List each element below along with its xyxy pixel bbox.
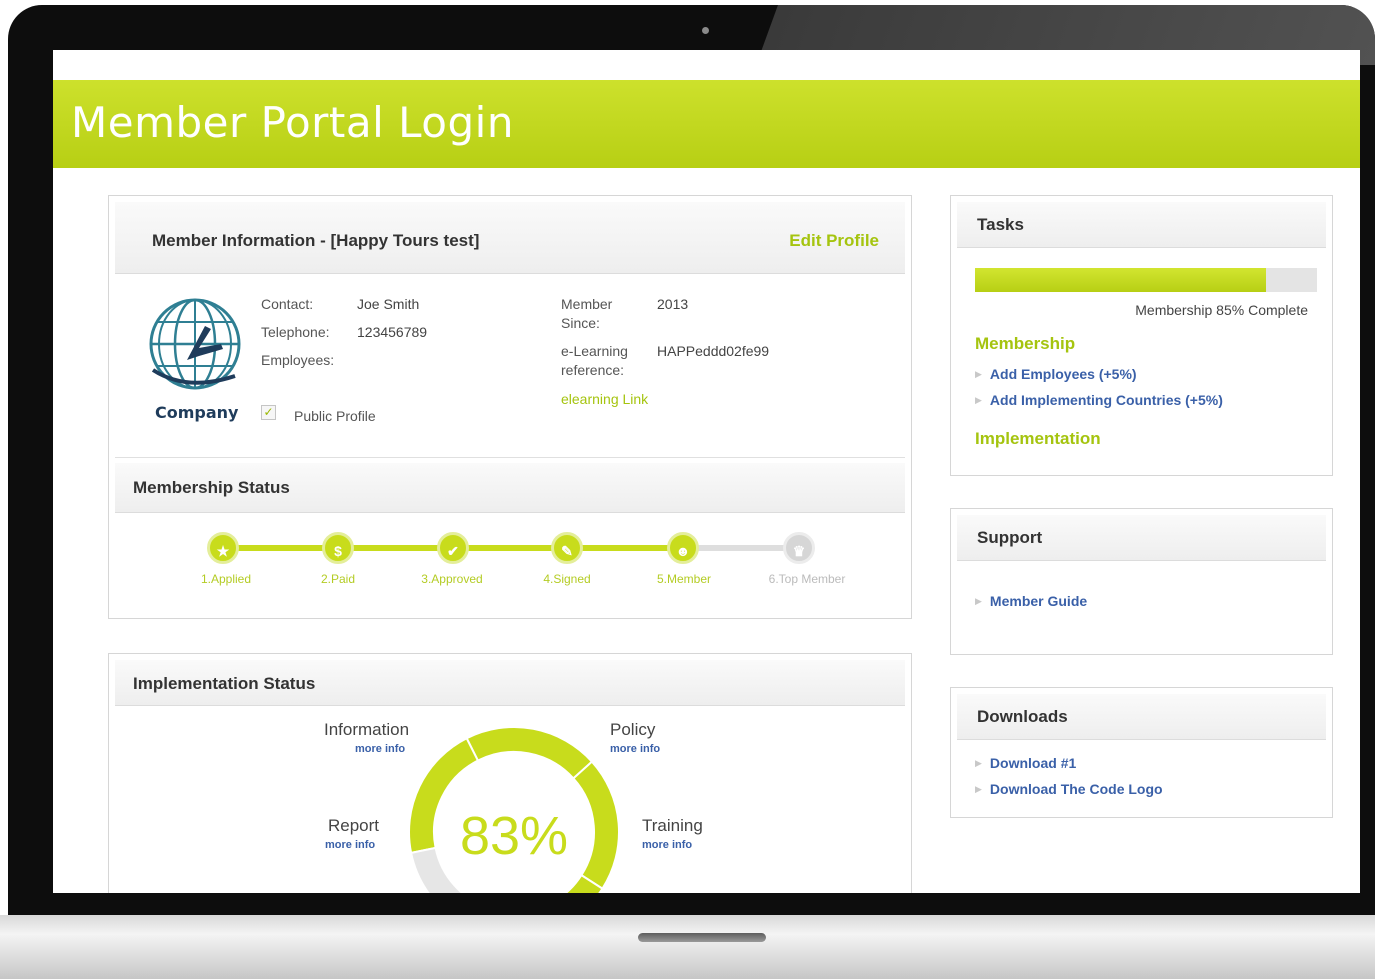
task-add-countries-link[interactable]: Add Implementing Countries (+5%) xyxy=(990,392,1223,408)
membership-status-section: Membership Status ★ $ ✔ ✎ ☻ ♛ 1.Applied … xyxy=(115,457,905,617)
membership-status-header: Membership Status xyxy=(115,463,905,513)
impl-more-training[interactable]: more info xyxy=(642,839,692,851)
implementation-status-title: Implementation Status xyxy=(133,674,316,693)
donut-segment-done xyxy=(465,726,594,780)
member-info-panel: Member Information - [Happy Tours test] … xyxy=(108,195,912,619)
support-title: Support xyxy=(977,528,1043,547)
checkmark-icon: ✔ xyxy=(447,543,459,559)
edit-profile-link[interactable]: Edit Profile xyxy=(789,231,879,251)
donut-segment-done xyxy=(571,760,620,891)
step-label-top-member: 6.Top Member xyxy=(768,572,846,586)
employees-label: Employees: xyxy=(261,352,335,368)
star-icon: ★ xyxy=(216,543,230,559)
step-label-signed: 4.Signed xyxy=(543,572,591,586)
arrow-right-icon: ▶ xyxy=(975,758,982,769)
download-1-link[interactable]: Download #1 xyxy=(990,755,1076,771)
public-profile-label: Public Profile xyxy=(294,408,376,424)
support-panel: Support ▶ Member Guide xyxy=(950,508,1333,655)
step-approved: ✔ xyxy=(437,532,469,564)
status-steps: ★ $ ✔ ✎ ☻ ♛ 1.Applied 2.Paid 3.Approved … xyxy=(115,518,905,618)
arrow-right-icon: ▶ xyxy=(975,784,982,795)
task-item[interactable]: ▶ Add Implementing Countries (+5%) xyxy=(975,392,1223,410)
member-guide-link[interactable]: Member Guide xyxy=(990,593,1087,609)
tasks-panel: Tasks Membership 85% Complete Membership… xyxy=(950,195,1333,476)
page-header: Member Portal Login xyxy=(53,80,1360,168)
membership-status-title: Membership Status xyxy=(133,478,290,497)
downloads-header: Downloads xyxy=(957,694,1326,740)
telephone-value: 123456789 xyxy=(357,324,428,340)
tasks-title: Tasks xyxy=(977,215,1024,234)
task-add-employees-link[interactable]: Add Employees (+5%) xyxy=(990,366,1137,382)
downloads-title: Downloads xyxy=(977,707,1068,726)
impl-item-report: Report xyxy=(328,816,380,835)
laptop-screen: Member Portal Login Member Information -… xyxy=(53,50,1360,893)
step-label-member: 5.Member xyxy=(656,572,712,586)
step-label-paid: 2.Paid xyxy=(320,572,356,586)
tasks-progress-fill xyxy=(975,268,1266,292)
step-paid: $ xyxy=(322,532,354,564)
elearning-label: e-Learning reference: xyxy=(561,343,628,378)
implementation-percent: 83% xyxy=(460,806,568,866)
member-since-label: Member Since: xyxy=(561,296,613,331)
impl-more-report[interactable]: more info xyxy=(325,839,375,851)
impl-item-training: Training xyxy=(642,816,703,835)
arrow-right-icon: ▶ xyxy=(975,369,982,380)
contact-label: Contact: xyxy=(261,296,314,312)
person-icon: ☻ xyxy=(675,543,691,559)
step-applied: ★ xyxy=(207,532,239,564)
impl-item-policy: Policy xyxy=(610,720,656,739)
impl-more-policy[interactable]: more info xyxy=(610,743,660,755)
laptop-base-notch xyxy=(638,933,766,942)
elearning-value: HAPPeddd02fe99 xyxy=(657,343,770,359)
elearning-link[interactable]: elearning Link xyxy=(561,390,648,409)
laptop-base xyxy=(0,915,1375,979)
tasks-membership-heading: Membership xyxy=(975,334,1076,353)
arrow-right-icon: ▶ xyxy=(975,395,982,406)
support-header: Support xyxy=(957,515,1326,561)
page-title: Member Portal Login xyxy=(71,98,514,147)
implementation-donut: 83% xyxy=(408,726,620,893)
step-top-member: ♛ xyxy=(783,532,815,564)
member-info-title: Member Information - [Happy Tours test] xyxy=(152,231,480,250)
step-member: ☻ xyxy=(667,532,699,564)
member-info-header: Member Information - [Happy Tours test] … xyxy=(115,202,905,274)
support-item[interactable]: ▶ Member Guide xyxy=(975,593,1087,611)
top-strip xyxy=(53,50,1360,80)
implementation-status-panel: Implementation Status 83% Information mo… xyxy=(108,653,912,893)
laptop-bezel: Member Portal Login Member Information -… xyxy=(8,5,1375,920)
step-line-remaining xyxy=(683,545,799,551)
implementation-status-header: Implementation Status xyxy=(115,660,905,706)
member-since-value: 2013 xyxy=(657,296,689,312)
downloads-panel: Downloads ▶ Download #1 ▶ Download The Cod… xyxy=(950,687,1333,818)
camera-icon xyxy=(702,27,709,34)
pen-icon: ✎ xyxy=(561,543,573,559)
arrow-right-icon: ▶ xyxy=(975,596,982,607)
dollar-icon: $ xyxy=(334,543,342,559)
task-item[interactable]: ▶ Add Employees (+5%) xyxy=(975,366,1137,384)
download-item[interactable]: ▶ Download The Code Logo xyxy=(975,781,1163,799)
tasks-header: Tasks xyxy=(957,202,1326,248)
contact-value: Joe Smith xyxy=(357,296,420,312)
public-profile-checkbox[interactable]: ✓ xyxy=(261,405,276,420)
step-label-applied: 1.Applied xyxy=(200,572,252,586)
tasks-progress-text: Membership 85% Complete xyxy=(1135,302,1308,318)
tasks-progress-track xyxy=(975,268,1317,292)
donut-segment-done xyxy=(564,873,604,893)
tasks-implementation-heading: Implementation xyxy=(975,429,1101,448)
download-code-logo-link[interactable]: Download The Code Logo xyxy=(990,781,1163,797)
telephone-label: Telephone: xyxy=(261,324,330,340)
step-signed: ✎ xyxy=(551,532,583,564)
trophy-icon: ♛ xyxy=(792,543,806,559)
download-item[interactable]: ▶ Download #1 xyxy=(975,755,1076,773)
company-label: Company xyxy=(155,403,239,422)
globe-plane-icon xyxy=(149,298,241,390)
impl-item-information: Information xyxy=(324,720,410,739)
step-label-approved: 3.Approved xyxy=(421,572,483,586)
company-logo: Company xyxy=(147,296,247,422)
impl-more-information[interactable]: more info xyxy=(355,743,405,755)
